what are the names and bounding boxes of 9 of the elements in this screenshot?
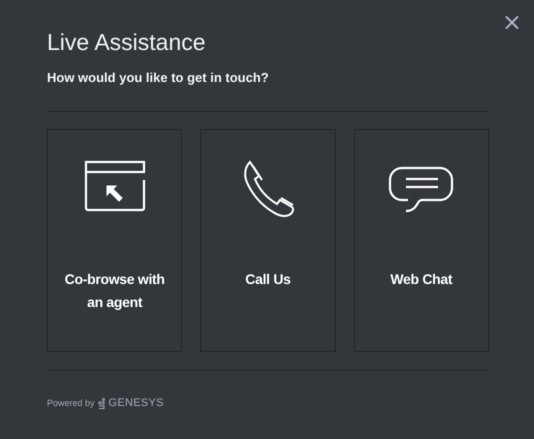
dialog-title: Live Assistance	[47, 28, 207, 56]
powered-by-text: Powered by	[47, 398, 95, 408]
contact-option-card[interactable]: Call Us	[200, 129, 336, 352]
contact-option-card[interactable]: Co-browse with an agent	[47, 129, 182, 352]
close-button[interactable]: ×	[498, 10, 526, 34]
brand-name: GENESYS	[108, 397, 164, 409]
dialog-subtitle: How would you like to get in touch?	[47, 70, 270, 85]
brand-logo-icon	[98, 398, 106, 408]
contact-option-card[interactable]: Web Chat	[354, 129, 489, 352]
